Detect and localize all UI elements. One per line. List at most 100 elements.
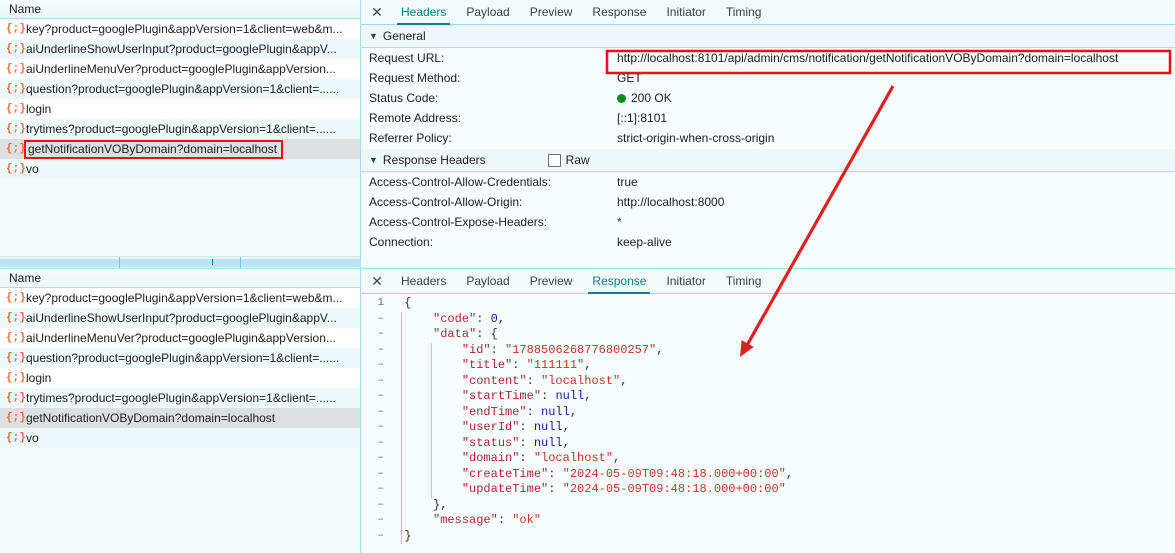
response-json-viewer[interactable]: 1 {– "code": 0, – "data": {– "id": "17885…	[361, 294, 1175, 553]
horizontal-scrollbar-top[interactable]	[0, 256, 361, 268]
indent-guide	[401, 497, 402, 513]
json-token: ,	[562, 420, 570, 434]
list-item[interactable]: {;} question?product=googlePlugin&appVers…	[0, 348, 360, 368]
list-item[interactable]: {;} vo	[0, 428, 360, 448]
indent-guide	[431, 358, 432, 374]
indent-guide	[431, 389, 432, 405]
json-token: "endTime"	[461, 404, 527, 419]
network-request-list-bottom[interactable]: Name {;} key?product=googlePlugin&appVers…	[0, 268, 361, 553]
json-line-content: "updateTime": "2024-05-09T09:48:18.000+0…	[393, 482, 786, 498]
tab-headers[interactable]: Headers	[391, 269, 456, 293]
tab-initiator[interactable]: Initiator	[656, 0, 715, 24]
tab-response[interactable]: Response	[582, 269, 656, 294]
list-item[interactable]: {;} login	[0, 368, 360, 388]
list-item[interactable]: {;} aiUnderlineMenuVer?product=googlePlug…	[0, 59, 360, 79]
indent-guide	[401, 482, 402, 498]
json-line: – "title": "111111",	[361, 358, 1175, 374]
indent-guide	[401, 435, 402, 451]
tab-preview[interactable]: Preview	[520, 269, 583, 293]
indent-guide	[431, 420, 432, 436]
list-item[interactable]: {;} question?product=googlePlugin&appVers…	[0, 79, 360, 99]
json-token: ,	[613, 451, 621, 465]
raw-toggle[interactable]: Raw	[547, 149, 590, 171]
json-line: – "id": "1788506268776800257",	[361, 342, 1175, 358]
header-row: Referrer Policy: strict-origin-when-cross…	[361, 128, 1175, 148]
header-key: Remote Address:	[369, 111, 462, 125]
section-general[interactable]: ▼ General	[361, 25, 1175, 48]
list-item[interactable]: {;} trytimes?product=googlePlugin&appVers…	[0, 388, 360, 408]
list-item-label: trytimes?product=googlePlugin&appVersion…	[26, 391, 336, 405]
xhr-json-icon: {;}	[6, 312, 26, 324]
json-line-content: "endTime": null,	[393, 404, 577, 420]
line-number: –	[377, 312, 384, 325]
json-line: 1 {	[361, 296, 1175, 312]
indent-guide	[431, 404, 432, 420]
json-token: :	[512, 358, 527, 372]
tab-payload[interactable]: Payload	[456, 269, 519, 293]
detail-tabbar-bottom[interactable]: ✕ Headers Payload Preview Response Initiator…	[361, 269, 1175, 294]
json-token: "code"	[433, 311, 477, 326]
list-item[interactable]: {;} trytimes?product=googlePlugin&appVers…	[0, 119, 360, 139]
json-token: ,	[656, 342, 664, 357]
tab-timing[interactable]: Timing	[716, 0, 772, 24]
json-token: ,	[497, 311, 506, 326]
json-token: },	[433, 497, 448, 512]
close-icon[interactable]: ✕	[363, 269, 391, 293]
header-key: Status Code:	[369, 91, 439, 105]
tab-headers[interactable]: Headers	[391, 0, 456, 25]
section-response-headers[interactable]: ▼ Response Headers Raw	[361, 149, 1175, 172]
headers-body: ▼ General Request URL: http://localhost:8…	[361, 25, 1175, 268]
json-line: – "message": "ok"	[361, 513, 1175, 529]
raw-checkbox[interactable]	[547, 153, 561, 167]
indent-guide	[401, 311, 402, 327]
list-item-label: aiUnderlineShowUserInput?product=googleP…	[26, 42, 337, 56]
header-row: Request URL: http://localhost:8101/api/ad…	[361, 48, 1175, 68]
request-detail-pane-headers: ✕ Headers Payload Preview Response Initiator…	[361, 0, 1175, 268]
column-header-name[interactable]: Name	[0, 0, 360, 19]
list-item[interactable]: {;} key?product=googlePlugin&appVersion=1…	[0, 19, 360, 39]
json-line: – "domain": "localhost",	[361, 451, 1175, 467]
list-item[interactable]: {;} aiUnderlineMenuVer?product=googlePlug…	[0, 328, 360, 348]
network-rows-bottom: {;} key?product=googlePlugin&appVersion=1…	[0, 288, 360, 553]
json-token: :	[476, 311, 491, 326]
list-item[interactable]: {;} vo	[0, 159, 360, 179]
raw-label: Raw	[565, 153, 590, 167]
detail-tabbar-top[interactable]: ✕ Headers Payload Preview Response Initiator…	[361, 0, 1175, 25]
json-line: – "createTime": "2024-05-09T09:48:18.000…	[361, 466, 1175, 482]
json-line: – "status": null,	[361, 435, 1175, 451]
json-token: ,	[562, 435, 570, 450]
list-item[interactable]: {;} getNotificationVOByDomain?domain=loca…	[0, 408, 360, 428]
list-item[interactable]: {;} aiUnderlineShowUserInput?product=goog…	[0, 39, 360, 59]
list-item-label: question?product=googlePlugin&appVersion…	[26, 351, 340, 365]
tab-preview[interactable]: Preview	[520, 0, 583, 24]
tab-response[interactable]: Response	[582, 0, 656, 24]
header-key: Access-Control-Expose-Headers:	[369, 215, 548, 229]
tab-group-bottom: Headers Payload Preview Response Initiator Ti…	[391, 269, 772, 294]
list-item[interactable]: {;} aiUnderlineShowUserInput?product=goog…	[0, 308, 360, 328]
header-value: *	[617, 215, 622, 229]
list-item[interactable]: {;} getNotificationVOByDomain?domain=loca…	[0, 139, 360, 159]
indent-guide	[401, 342, 402, 358]
header-key: Access-Control-Allow-Credentials:	[369, 175, 552, 189]
list-item[interactable]: {;} key?product=googlePlugin&appVersion=1…	[0, 288, 360, 308]
json-token: ,	[584, 358, 592, 372]
json-token: :	[519, 435, 534, 450]
json-line: – "userId": null,	[361, 420, 1175, 436]
tab-timing[interactable]: Timing	[716, 269, 772, 293]
json-token: "1788506268776800257"	[505, 342, 657, 357]
line-number: –	[377, 359, 384, 371]
column-header-name-bottom[interactable]: Name	[0, 269, 360, 288]
xhr-json-icon: {;}	[6, 143, 26, 155]
line-number: –	[377, 529, 384, 542]
tab-payload[interactable]: Payload	[456, 0, 519, 24]
json-token: : {	[476, 327, 498, 341]
close-icon[interactable]: ✕	[363, 0, 391, 24]
network-request-list-top[interactable]: Name {;} key?product=googlePlugin&appVers…	[0, 0, 361, 268]
indent-guide	[401, 451, 402, 467]
line-number: –	[377, 374, 384, 387]
indent-guide	[401, 404, 402, 420]
list-item-label: aiUnderlineMenuVer?product=googlePlugin&…	[26, 331, 336, 345]
indent-guide	[401, 389, 402, 405]
tab-initiator[interactable]: Initiator	[656, 269, 715, 293]
list-item[interactable]: {;} login	[0, 99, 360, 119]
